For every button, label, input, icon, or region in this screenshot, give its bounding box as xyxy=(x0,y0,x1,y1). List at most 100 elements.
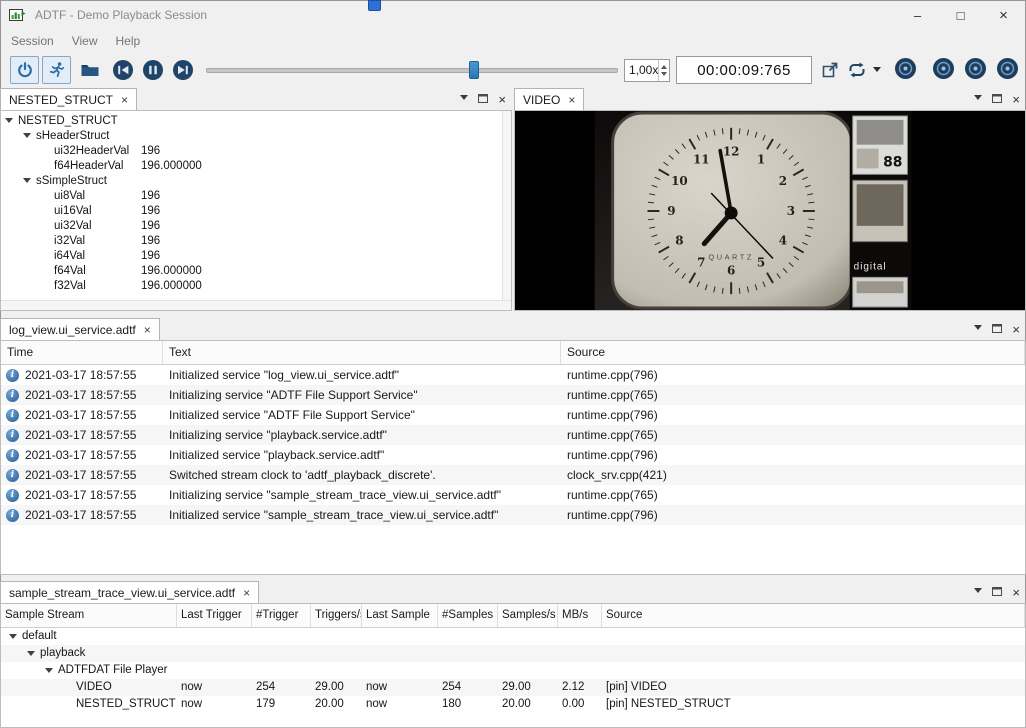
loop-button[interactable] xyxy=(846,59,868,81)
log-header-time[interactable]: Time xyxy=(1,341,163,364)
trace-header-last-sample[interactable]: Last Sample xyxy=(362,604,438,627)
expander-icon[interactable] xyxy=(23,178,31,187)
trace-row-playback[interactable]: playback xyxy=(1,645,1025,662)
maximize-button[interactable]: □ xyxy=(939,1,982,30)
trace-header-mb-s[interactable]: MB/s xyxy=(558,604,602,627)
tab-close-icon[interactable]: × xyxy=(144,323,151,337)
speed-value[interactable]: 1,00x xyxy=(625,60,658,81)
log-row[interactable]: i2021-03-17 18:57:55Initializing service… xyxy=(1,385,1025,405)
overlay-widget-icon[interactable] xyxy=(368,0,381,11)
log-row[interactable]: i2021-03-17 18:57:55Initializing service… xyxy=(1,485,1025,505)
panel-menu-icon[interactable] xyxy=(460,95,468,104)
tree-row-ui32val[interactable]: ui32Val196 xyxy=(1,218,501,233)
panel-float-icon[interactable] xyxy=(992,90,1002,108)
tree-row-f64headerval[interactable]: f64HeaderVal196.000000 xyxy=(1,158,501,173)
tree-row-ui8val[interactable]: ui8Val196 xyxy=(1,188,501,203)
svg-text:12: 12 xyxy=(723,145,740,159)
panel-menu-icon[interactable] xyxy=(974,588,982,597)
log-row[interactable]: i2021-03-17 18:57:55Initialized service … xyxy=(1,365,1025,385)
spin-up-icon[interactable] xyxy=(661,62,667,69)
panel-close-icon[interactable]: × xyxy=(1012,585,1020,600)
trace-row-nested-struct[interactable]: NESTED_STRUCTnow17920.00now18020.000.00[… xyxy=(1,696,1025,713)
vertical-scrollbar[interactable] xyxy=(502,111,511,300)
spin-down-icon[interactable] xyxy=(661,72,667,79)
trace-cell xyxy=(498,645,558,662)
menu-item-session[interactable]: Session xyxy=(2,34,63,48)
trace-header-samples-s[interactable]: Samples/s xyxy=(498,604,558,627)
tree-item-label: f64HeaderVal xyxy=(54,160,123,172)
tree-row-ssimplestruct[interactable]: sSimpleStruct xyxy=(1,173,501,188)
log-time-text: 2021-03-17 18:57:55 xyxy=(25,365,136,385)
time-display[interactable]: 00:00:09:765 xyxy=(676,56,812,84)
loop-dropdown-caret[interactable] xyxy=(873,67,881,76)
panel-menu-icon[interactable] xyxy=(974,95,982,104)
expander-icon[interactable] xyxy=(45,668,53,677)
trace-header-sample-stream[interactable]: Sample Stream xyxy=(1,604,177,627)
tree-row-ui32headerval[interactable]: ui32HeaderVal196 xyxy=(1,143,501,158)
seek-slider[interactable] xyxy=(206,60,618,80)
power-button[interactable] xyxy=(10,56,39,84)
run-button[interactable] xyxy=(42,56,71,84)
panel-float-icon[interactable] xyxy=(992,583,1002,601)
tree-row-f32val[interactable]: f32Val196.000000 xyxy=(1,278,501,293)
trace-header-samples[interactable]: #Samples xyxy=(438,604,498,627)
panel-close-icon[interactable]: × xyxy=(1012,322,1020,337)
tree-row-i64val[interactable]: i64Val196 xyxy=(1,248,501,263)
tab-close-icon[interactable]: × xyxy=(243,586,250,600)
panel-menu-icon[interactable] xyxy=(974,325,982,334)
marker-button-4[interactable] xyxy=(996,57,1019,80)
tree-row-ui16val[interactable]: ui16Val196 xyxy=(1,203,501,218)
tree-row-nested-struct[interactable]: NESTED_STRUCT xyxy=(1,113,501,128)
tab-close-icon[interactable]: × xyxy=(568,93,575,107)
spinbox-arrows[interactable] xyxy=(658,60,669,81)
pause-button[interactable] xyxy=(142,59,164,81)
skip-to-start-button[interactable] xyxy=(112,59,134,81)
log-row[interactable]: i2021-03-17 18:57:55Initialized service … xyxy=(1,445,1025,465)
speed-spinbox[interactable]: 1,00x xyxy=(624,59,670,82)
log-header-source[interactable]: Source xyxy=(561,341,1025,364)
menu-item-help[interactable]: Help xyxy=(107,34,150,48)
expander-icon[interactable] xyxy=(27,651,35,660)
menu-item-view[interactable]: View xyxy=(63,34,107,48)
open-folder-button[interactable] xyxy=(80,62,100,78)
expander-icon[interactable] xyxy=(23,133,31,142)
tree-row-f64val[interactable]: f64Val196.000000 xyxy=(1,263,501,278)
panel-float-icon[interactable] xyxy=(992,320,1002,338)
horizontal-scrollbar[interactable] xyxy=(1,300,511,310)
log-row[interactable]: i2021-03-17 18:57:55Switched stream cloc… xyxy=(1,465,1025,485)
marker-button-3[interactable] xyxy=(964,57,987,80)
marker-button-2[interactable] xyxy=(932,57,955,80)
trace-header-trigger[interactable]: #Trigger xyxy=(252,604,311,627)
minimize-button[interactable]: – xyxy=(896,1,939,30)
tree-row-i32val[interactable]: i32Val196 xyxy=(1,233,501,248)
log-row[interactable]: i2021-03-17 18:57:55Initialized service … xyxy=(1,505,1025,525)
slider-track[interactable] xyxy=(206,68,618,73)
log-row[interactable]: i2021-03-17 18:57:55Initializing service… xyxy=(1,425,1025,445)
log-header-text[interactable]: Text xyxy=(163,341,561,364)
detach-button[interactable] xyxy=(820,60,840,80)
info-icon: i xyxy=(6,409,19,422)
tab-log-view[interactable]: log_view.ui_service.adtf × xyxy=(0,318,160,340)
slider-handle[interactable] xyxy=(469,61,479,79)
trace-header-source[interactable]: Source xyxy=(602,604,1025,627)
trace-row-default[interactable]: default xyxy=(1,628,1025,645)
trace-row-video[interactable]: VIDEOnow25429.00now25429.002.12[pin] VID… xyxy=(1,679,1025,696)
skip-to-end-button[interactable] xyxy=(172,59,194,81)
trace-row-adtfdat-file-player[interactable]: ADTFDAT File Player xyxy=(1,662,1025,679)
tab-sample-stream-trace[interactable]: sample_stream_trace_view.ui_service.adtf… xyxy=(0,581,259,603)
tree-row-sheaderstruct[interactable]: sHeaderStruct xyxy=(1,128,501,143)
tab-video[interactable]: VIDEO × xyxy=(514,88,584,110)
tree-item-label: i32Val xyxy=(54,235,85,247)
expander-icon[interactable] xyxy=(5,118,13,127)
trace-header-triggers-s[interactable]: Triggers/s xyxy=(311,604,362,627)
trace-header-last-trigger[interactable]: Last Trigger xyxy=(177,604,252,627)
panel-float-icon[interactable] xyxy=(478,90,488,108)
log-row[interactable]: i2021-03-17 18:57:55Initialized service … xyxy=(1,405,1025,425)
tab-nested-struct[interactable]: NESTED_STRUCT × xyxy=(0,88,137,110)
tab-close-icon[interactable]: × xyxy=(121,93,128,107)
close-button[interactable]: × xyxy=(982,1,1025,30)
panel-close-icon[interactable]: × xyxy=(498,92,506,107)
expander-icon[interactable] xyxy=(9,634,17,643)
marker-button-1[interactable] xyxy=(894,57,917,80)
panel-close-icon[interactable]: × xyxy=(1012,92,1020,107)
